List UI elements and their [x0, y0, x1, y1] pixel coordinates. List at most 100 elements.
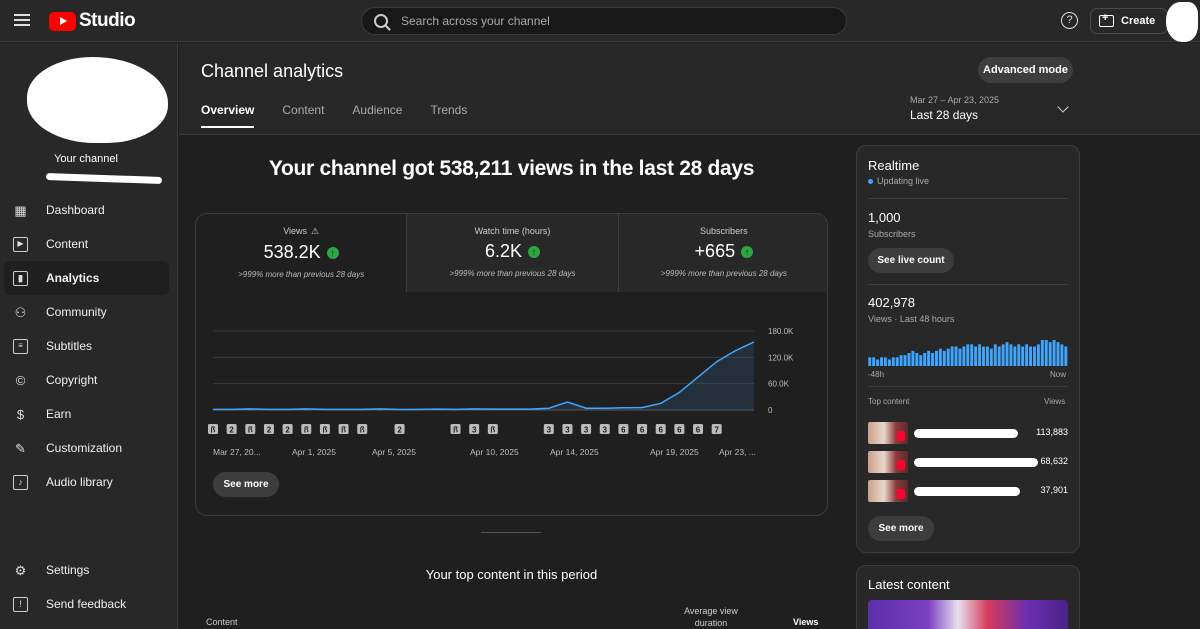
sidebar-item-dashboard[interactable]: ▦ Dashboard — [4, 193, 169, 227]
arrow-up-icon: ↑ — [528, 245, 540, 258]
content-marker[interactable]: 2 — [394, 424, 405, 435]
account-avatar[interactable] — [1166, 2, 1198, 42]
live-dot-icon — [868, 178, 873, 184]
see-more-button[interactable]: See more — [213, 472, 279, 497]
help-icon[interactable]: ? — [1061, 12, 1078, 29]
marker-count: 6 — [640, 426, 645, 435]
metric-subscribers[interactable]: Subscribers +665 ↑ >999% more than previo… — [618, 214, 827, 292]
content-marker[interactable]: ꟗ — [338, 424, 349, 435]
content-marker[interactable]: 3 — [599, 424, 610, 435]
sidebar-item-subtitles[interactable]: ≡ Subtitles — [4, 329, 169, 363]
warning-icon[interactable]: ⚠ — [311, 226, 319, 236]
sidebar-item-analytics[interactable]: ▮ Analytics — [4, 261, 169, 295]
metric-value: 6.2K — [484, 241, 522, 261]
marker-count: 2 — [229, 426, 234, 435]
realtime-bar — [919, 355, 923, 366]
realtime-bar — [1044, 340, 1048, 366]
create-button[interactable]: Create — [1090, 8, 1169, 34]
advanced-mode-button[interactable]: Advanced mode — [978, 57, 1073, 83]
search-bar[interactable] — [361, 7, 847, 35]
column-header-avg-view-duration[interactable]: Average view duration — [676, 605, 746, 629]
metric-value-row: +665 ↑ — [619, 241, 827, 262]
marker-count: 7 — [714, 426, 719, 435]
sidebar-item-copyright[interactable]: © Copyright — [4, 363, 169, 397]
tab-content[interactable]: Content — [282, 103, 324, 128]
content-marker[interactable]: ꟗ — [450, 424, 461, 435]
marker-count: 6 — [621, 426, 626, 435]
column-header-views[interactable]: Views — [793, 617, 818, 627]
y-tick-label: 180.0K — [768, 327, 794, 336]
channel-name-redacted — [45, 172, 163, 185]
content-marker[interactable]: ꟗ — [487, 424, 498, 435]
content-marker[interactable]: 3 — [562, 424, 573, 435]
top-content-row[interactable]: 113,883 — [868, 422, 1068, 444]
content-marker[interactable]: 3 — [469, 424, 480, 435]
content-marker[interactable]: 6 — [618, 424, 629, 435]
realtime-bar — [970, 344, 974, 366]
realtime-see-more-button[interactable]: See more — [868, 516, 934, 541]
content-marker[interactable]: ꟗ — [357, 424, 368, 435]
tab-audience[interactable]: Audience — [352, 103, 402, 128]
column-header-content: Content — [206, 617, 238, 627]
views-chart[interactable]: 0 60.0K 120.0K 180.0K ꟗ 2 ꟗ 2 2 ꟗ ꟗ ꟗ ꟗ 2 ꟗ 3 ꟗ 3 3 3 3 6 6 6 6 6… — [196, 304, 827, 464]
metric-watch-time[interactable]: Watch time (hours) 6.2K ↑ >999% more than… — [407, 214, 619, 292]
shorts-icon: ꟗ — [248, 426, 253, 435]
content-marker[interactable]: 6 — [674, 424, 685, 435]
realtime-bar — [993, 344, 997, 366]
realtime-bar — [907, 353, 911, 366]
content-marker[interactable]: 7 — [711, 424, 722, 435]
divider — [481, 532, 541, 533]
sidebar-item-customization[interactable]: ✎ Customization — [4, 431, 169, 465]
shorts-icon: ꟗ — [304, 426, 309, 435]
video-thumbnail — [868, 451, 908, 473]
content-marker[interactable]: ꟗ — [319, 424, 330, 435]
see-live-count-button[interactable]: See live count — [868, 248, 954, 273]
sidebar-item-send-feedback[interactable]: ! Send feedback — [4, 587, 169, 621]
content-marker[interactable]: 2 — [263, 424, 274, 435]
metric-views[interactable]: Views ⚠ 538.2K ↑ >999% more than previous … — [196, 214, 408, 292]
content-marker[interactable]: ꟗ — [301, 424, 312, 435]
sidebar-nav: ▦ Dashboard ▶ Content ▮ Analytics ⚇ Comm… — [4, 193, 169, 499]
content-marker[interactable]: 6 — [693, 424, 704, 435]
content-marker[interactable]: 6 — [637, 424, 648, 435]
video-title-redacted — [914, 429, 1018, 438]
content-marker[interactable]: 3 — [581, 424, 592, 435]
top-content-row[interactable]: 68,632 — [868, 451, 1068, 473]
content-marker[interactable]: 6 — [655, 424, 666, 435]
sidebar-item-earn[interactable]: $ Earn — [4, 397, 169, 431]
axis-label-end: Now — [1050, 370, 1067, 379]
analytics-header: Channel analytics Advanced mode Overview… — [179, 43, 1200, 135]
menu-icon[interactable] — [12, 11, 32, 31]
studio-logo[interactable]: Studio — [49, 10, 136, 32]
latest-content-panel: Latest content — [856, 565, 1080, 629]
tab-trends[interactable]: Trends — [430, 103, 467, 128]
metric-value-row: 538.2K ↑ — [196, 242, 406, 263]
audio-library-icon: ♪ — [13, 474, 28, 490]
tab-overview[interactable]: Overview — [201, 103, 255, 128]
content-marker[interactable]: 3 — [543, 424, 554, 435]
content-marker[interactable]: 2 — [282, 424, 293, 435]
metric-comparison: >999% more than previous 28 days — [660, 269, 787, 278]
dashboard-icon: ▦ — [14, 202, 27, 218]
realtime-bar — [887, 359, 891, 366]
date-range-picker[interactable]: Mar 27 – Apr 23, 2025 Last 28 days — [910, 95, 1070, 122]
search-input[interactable] — [401, 14, 821, 28]
date-range-dates: Mar 27 – Apr 23, 2025 — [910, 95, 1000, 105]
sidebar-item-content[interactable]: ▶ Content — [4, 227, 169, 261]
x-tick-label: Apr 1, 2025 — [292, 447, 336, 457]
latest-video-thumbnail[interactable] — [868, 600, 1068, 629]
content-marker[interactable]: ꟗ — [245, 424, 256, 435]
shorts-icon: ꟗ — [453, 426, 458, 435]
content-marker[interactable]: 2 — [226, 424, 237, 435]
realtime-bar-chart[interactable] — [868, 338, 1068, 366]
sidebar-item-audio-library[interactable]: ♪ Audio library — [4, 465, 169, 499]
row-views: 68,632 — [1040, 456, 1068, 466]
content-marker[interactable]: ꟗ — [208, 424, 218, 435]
channel-avatar[interactable] — [27, 57, 168, 143]
sidebar-item-label: Audio library — [46, 475, 113, 489]
sidebar-item-settings[interactable]: ⚙ Settings — [4, 553, 169, 587]
sidebar-item-community[interactable]: ⚇ Community — [4, 295, 169, 329]
marker-count: 2 — [285, 426, 290, 435]
divider — [868, 386, 1068, 387]
top-content-row[interactable]: 37,901 — [868, 480, 1068, 502]
